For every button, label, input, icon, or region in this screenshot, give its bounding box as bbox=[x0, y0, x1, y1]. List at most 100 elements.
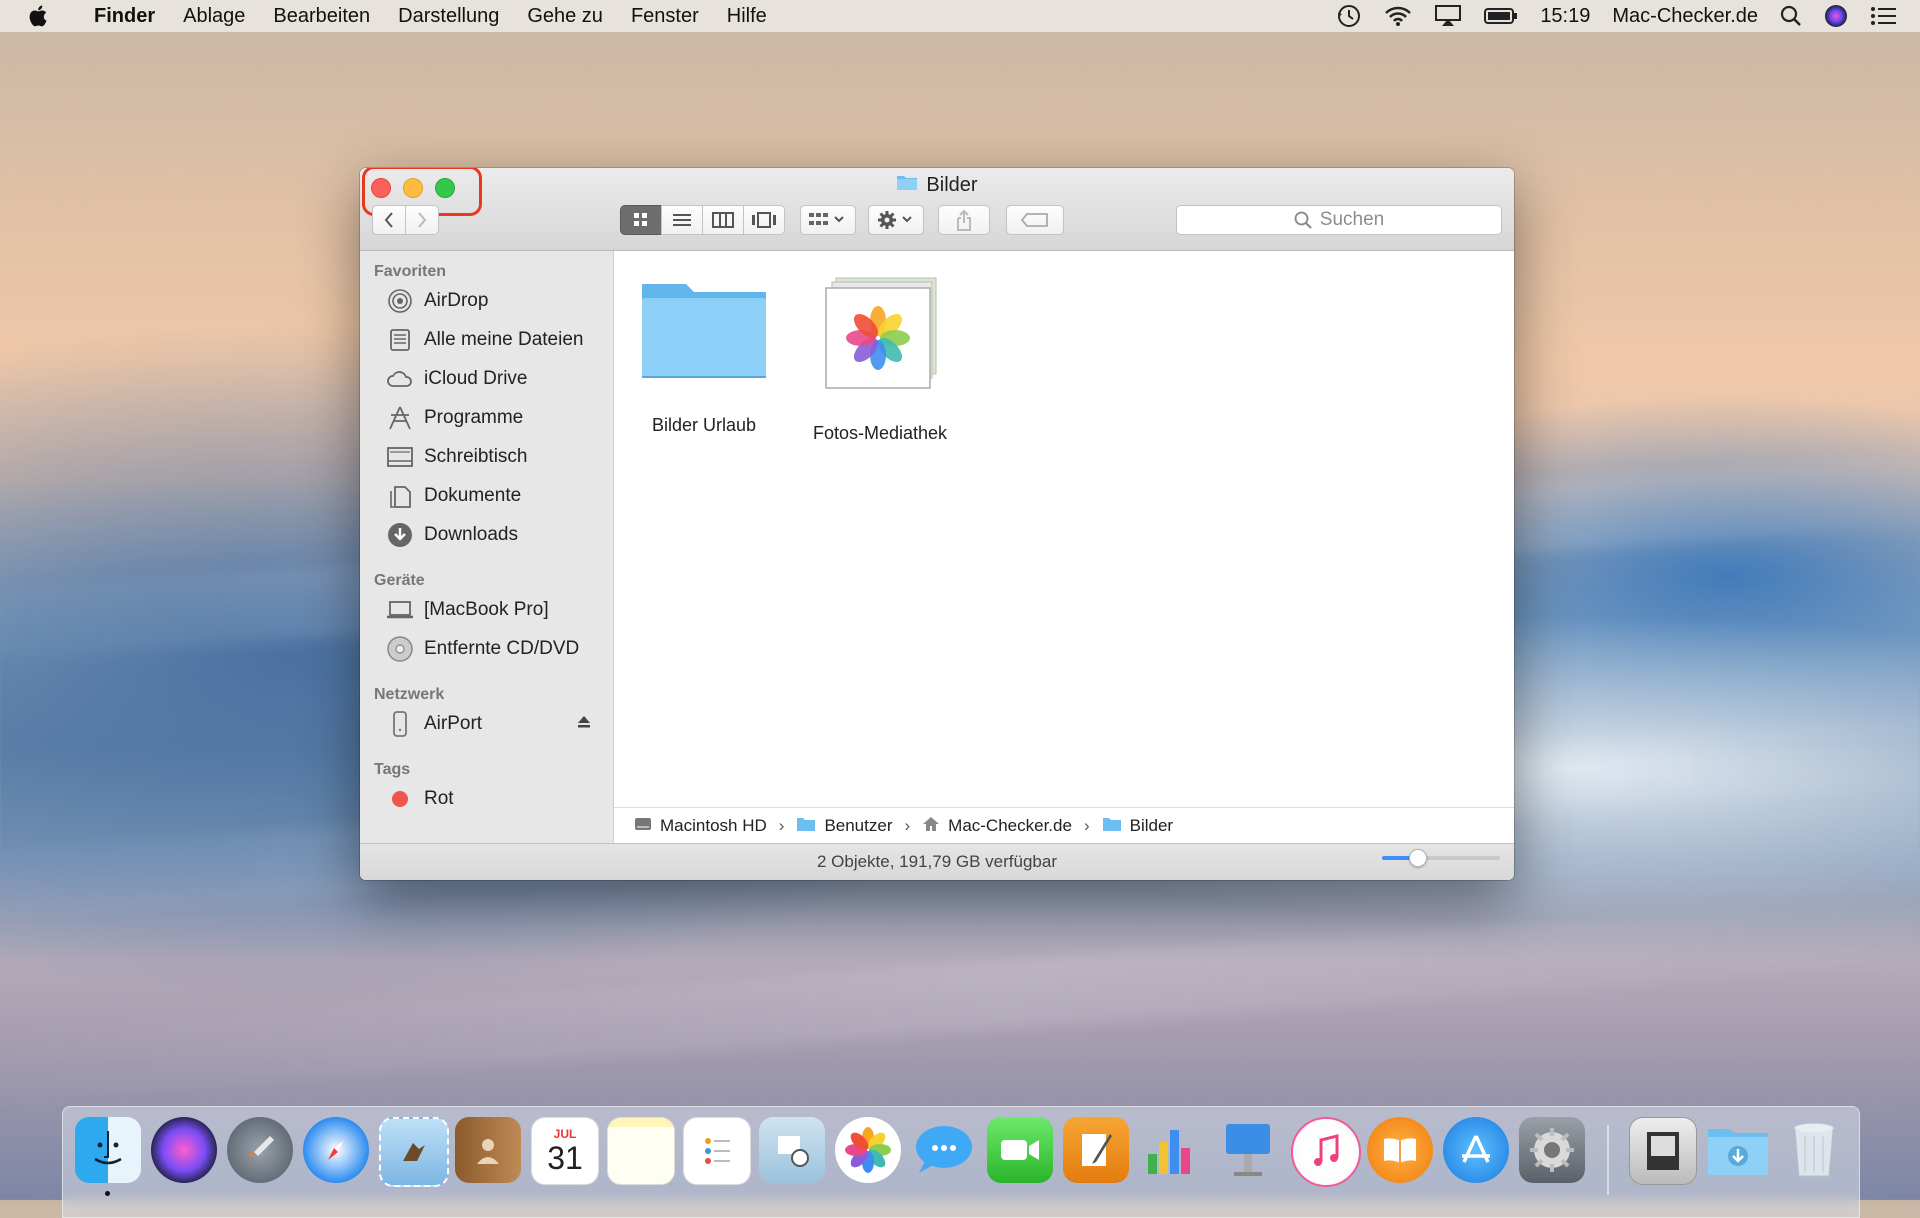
menu-bearbeiten[interactable]: Bearbeiten bbox=[273, 5, 370, 28]
menu-darstellung[interactable]: Darstellung bbox=[398, 5, 499, 28]
window-title-text: Bilder bbox=[926, 173, 978, 196]
dock-safari-icon[interactable] bbox=[303, 1117, 369, 1183]
icon-size-slider[interactable] bbox=[1382, 849, 1500, 867]
dock-ibooks-icon[interactable] bbox=[1367, 1117, 1433, 1183]
path-segment-home[interactable]: Mac-Checker.de bbox=[948, 816, 1072, 836]
chevron-left-icon bbox=[384, 212, 393, 228]
view-list-button[interactable] bbox=[661, 205, 703, 235]
eject-icon[interactable] bbox=[577, 713, 591, 735]
sidebar-item-label: Dokumente bbox=[424, 484, 522, 506]
share-button[interactable] bbox=[938, 205, 990, 235]
finder-window: Bilder Suchen Favoriten AirDrop Alle mei… bbox=[360, 168, 1514, 880]
dock-downloads-folder-icon[interactable] bbox=[1705, 1117, 1771, 1183]
sidebar-item-schreibtisch[interactable]: Schreibtisch bbox=[360, 437, 613, 476]
photos-library-icon bbox=[825, 277, 937, 389]
disc-icon bbox=[386, 635, 414, 663]
dock-reminders-icon[interactable] bbox=[683, 1117, 751, 1185]
running-indicator bbox=[105, 1191, 110, 1196]
file-item-fotos-mediathek[interactable]: Fotos-Mediathek bbox=[800, 276, 960, 444]
sidebar-item-label: Alle meine Dateien bbox=[424, 328, 584, 350]
dock-contacts-icon[interactable] bbox=[455, 1117, 521, 1183]
path-segment-benutzer[interactable]: Benutzer bbox=[824, 816, 892, 836]
column-view-icon bbox=[712, 212, 734, 228]
tags-button[interactable] bbox=[1006, 205, 1064, 235]
dock-app-store-icon[interactable] bbox=[1443, 1117, 1509, 1183]
dock: JUL 31 bbox=[62, 1106, 1860, 1218]
dock-finder-icon[interactable] bbox=[75, 1117, 141, 1183]
sidebar-item-programme[interactable]: Programme bbox=[360, 398, 613, 437]
home-icon bbox=[922, 815, 940, 838]
sidebar-item-airdrop[interactable]: AirDrop bbox=[360, 281, 613, 320]
dock-itunes-icon[interactable] bbox=[1291, 1117, 1361, 1187]
dock-preview-icon[interactable] bbox=[759, 1117, 825, 1183]
calendar-month: JUL bbox=[553, 1127, 577, 1141]
spotlight-search-icon[interactable] bbox=[1780, 5, 1802, 27]
all-files-icon bbox=[386, 326, 414, 354]
path-segment-macintosh-hd[interactable]: Macintosh HD bbox=[660, 816, 767, 836]
sidebar-item-icloud-drive[interactable]: iCloud Drive bbox=[360, 359, 613, 398]
notification-center-icon[interactable] bbox=[1870, 6, 1896, 26]
action-button[interactable] bbox=[868, 205, 924, 235]
sidebar-item-label: Entfernte CD/DVD bbox=[424, 637, 580, 659]
cloud-icon bbox=[386, 365, 414, 393]
menubar-clock[interactable]: 15:19 bbox=[1540, 5, 1590, 28]
view-coverflow-button[interactable] bbox=[743, 205, 785, 235]
tag-icon bbox=[1021, 213, 1048, 227]
share-icon bbox=[957, 209, 971, 231]
time-machine-icon[interactable] bbox=[1336, 3, 1362, 29]
search-field[interactable]: Suchen bbox=[1176, 205, 1502, 235]
path-separator: › bbox=[1083, 816, 1090, 835]
search-placeholder: Suchen bbox=[1319, 209, 1385, 230]
view-columns-button[interactable] bbox=[702, 205, 744, 235]
dock-system-preferences-icon[interactable] bbox=[1519, 1117, 1585, 1183]
sidebar-item-all-files[interactable]: Alle meine Dateien bbox=[360, 320, 613, 359]
slider-knob[interactable] bbox=[1409, 849, 1428, 867]
apple-menu-icon[interactable] bbox=[28, 5, 68, 27]
arrange-button[interactable] bbox=[800, 205, 856, 235]
sidebar-item-label: Schreibtisch bbox=[424, 445, 528, 467]
sidebar-item-tag-red[interactable]: Rot bbox=[360, 779, 613, 818]
forward-button[interactable] bbox=[405, 205, 439, 235]
dock-launchpad-icon[interactable] bbox=[227, 1117, 293, 1183]
file-item-bilder-urlaub[interactable]: Bilder Urlaub bbox=[634, 276, 774, 436]
wifi-icon[interactable] bbox=[1384, 5, 1412, 27]
path-segment-bilder[interactable]: Bilder bbox=[1130, 816, 1173, 836]
dock-keynote-icon[interactable] bbox=[1215, 1117, 1281, 1183]
menu-ablage[interactable]: Ablage bbox=[183, 5, 245, 28]
menu-finder[interactable]: Finder bbox=[94, 5, 155, 28]
sidebar-item-label: Rot bbox=[424, 787, 454, 809]
sidebar-item-downloads[interactable]: Downloads bbox=[360, 515, 613, 554]
dock-notes-icon[interactable] bbox=[607, 1117, 675, 1185]
calendar-day: 31 bbox=[547, 1140, 583, 1176]
menu-hilfe[interactable]: Hilfe bbox=[727, 5, 767, 28]
view-icons-button[interactable] bbox=[620, 205, 662, 235]
sidebar-item-remote-disc[interactable]: Entfernte CD/DVD bbox=[360, 629, 613, 668]
dock-mail-icon[interactable] bbox=[379, 1117, 449, 1187]
laptop-icon bbox=[386, 596, 414, 624]
dock-facetime-icon[interactable] bbox=[987, 1117, 1053, 1183]
sidebar-item-macbook-pro[interactable]: [MacBook Pro] bbox=[360, 590, 613, 629]
dock-numbers-icon[interactable] bbox=[1139, 1117, 1205, 1183]
window-titlebar: Bilder Suchen bbox=[360, 168, 1514, 251]
documents-icon bbox=[386, 482, 414, 510]
path-separator: › bbox=[778, 816, 785, 835]
airplay-icon[interactable] bbox=[1434, 4, 1462, 28]
back-button[interactable] bbox=[372, 205, 406, 235]
dock-separator bbox=[1607, 1125, 1609, 1195]
siri-icon[interactable] bbox=[1824, 4, 1848, 28]
menu-gehe-zu[interactable]: Gehe zu bbox=[527, 5, 603, 28]
sidebar-item-airport[interactable]: AirPort bbox=[360, 704, 613, 743]
dock-siri-icon[interactable] bbox=[151, 1117, 217, 1183]
dock-messages-icon[interactable] bbox=[911, 1117, 977, 1183]
dock-pages-icon[interactable] bbox=[1063, 1117, 1129, 1183]
menubar-user[interactable]: Mac-Checker.de bbox=[1612, 5, 1758, 28]
battery-icon[interactable] bbox=[1484, 7, 1518, 25]
dock-calendar-icon[interactable]: JUL 31 bbox=[531, 1117, 599, 1185]
dock-trash-icon[interactable] bbox=[1781, 1117, 1847, 1183]
sidebar-item-label: Downloads bbox=[424, 523, 518, 545]
sidebar-item-dokumente[interactable]: Dokumente bbox=[360, 476, 613, 515]
dock-photos-icon[interactable] bbox=[835, 1117, 901, 1183]
folder-icon bbox=[796, 816, 816, 837]
menu-fenster[interactable]: Fenster bbox=[631, 5, 699, 28]
dock-image-capture-icon[interactable] bbox=[1629, 1117, 1697, 1185]
